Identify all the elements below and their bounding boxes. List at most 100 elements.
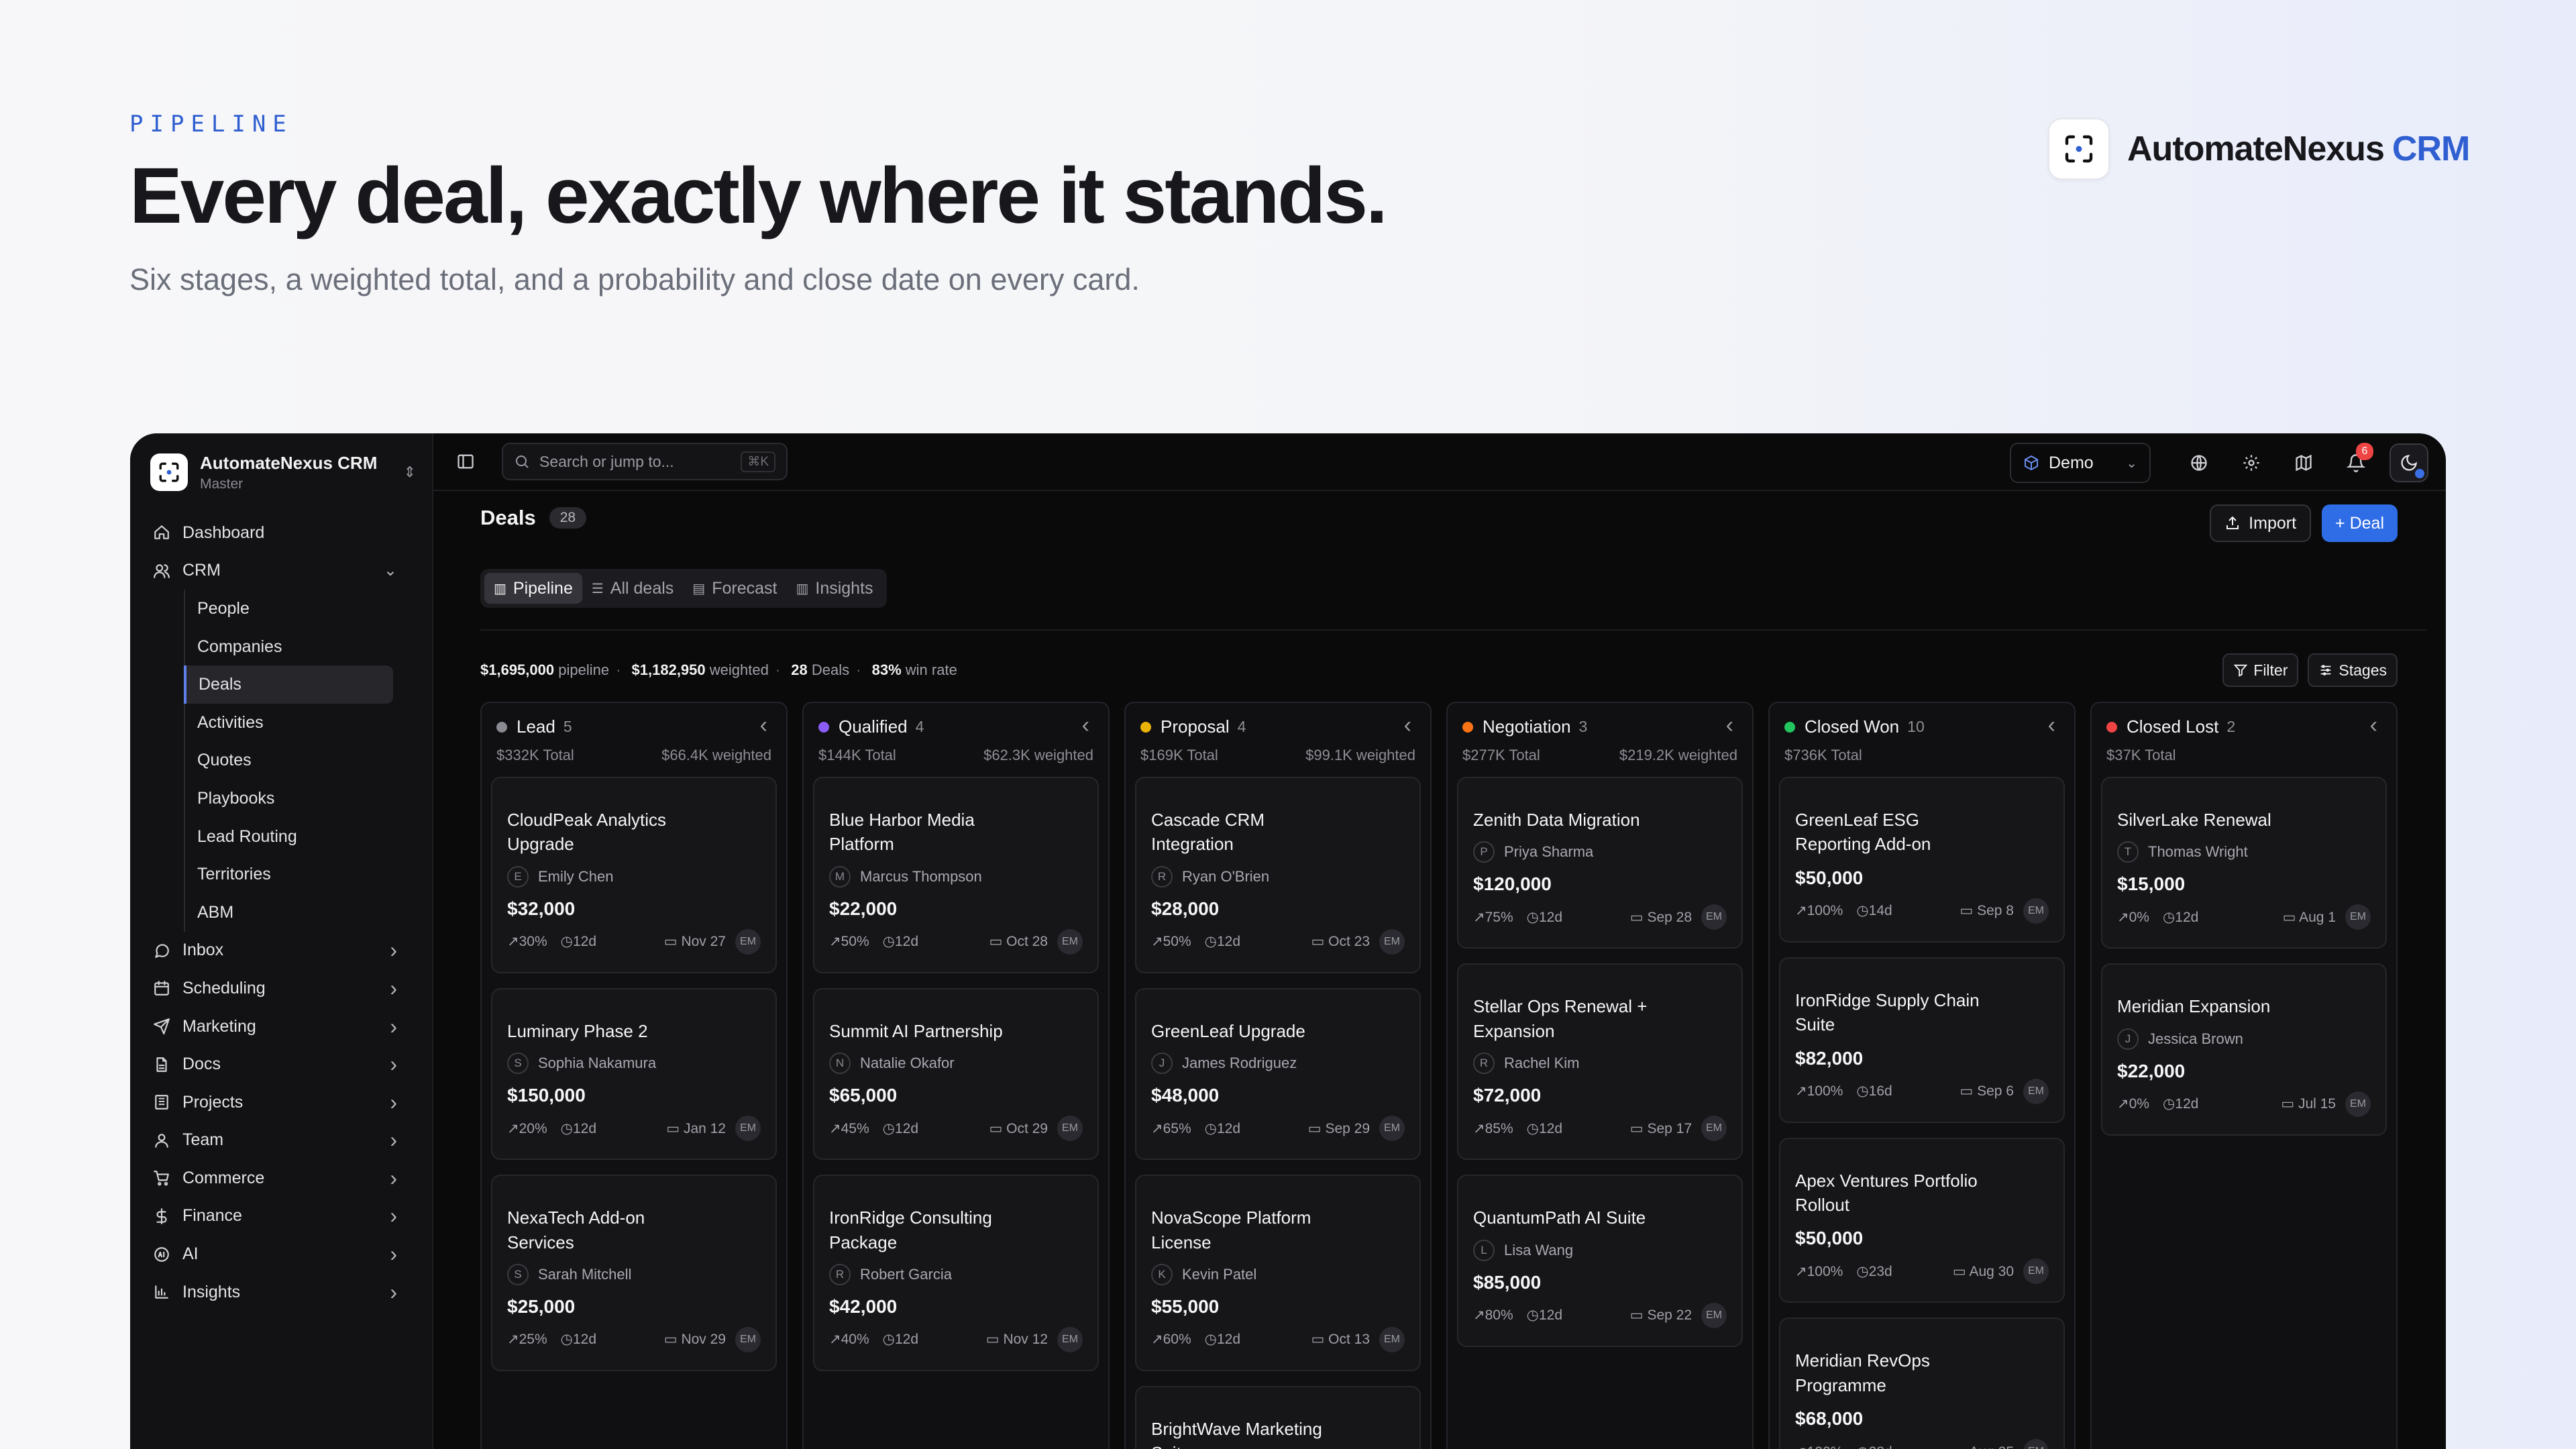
sidebar-subitem-lead-routing[interactable]: Lead Routing (184, 817, 416, 856)
trend-up-icon: ↗ (1151, 1332, 1163, 1348)
filter-button[interactable]: Filter (2222, 653, 2299, 687)
app-window: AutomateNexus CRM Master ⇕ Dashboard CRM ⌄… (130, 433, 2446, 1449)
deal-age: ◷16d (1856, 1083, 1892, 1099)
sidebar-subitem-companies[interactable]: Companies (184, 627, 416, 666)
deal-owner: J Jessica Brown (2117, 1028, 2371, 1050)
stage-total: $277K Total (1462, 747, 1540, 763)
tab-all-deals[interactable]: ☰ All deals (582, 573, 683, 604)
add-deal-button[interactable]: + Deal (2322, 504, 2398, 542)
tab-insights[interactable]: ▥ Insights (786, 573, 882, 604)
calendar-icon: ▭ (1952, 1263, 1970, 1279)
sidebar-item-dashboard[interactable]: Dashboard (146, 514, 416, 552)
deal-card[interactable]: GreenLeaf ESG Reporting Add-on $50,000 ↗10… (1779, 777, 2065, 943)
trend-up-icon: ↗ (829, 1120, 841, 1136)
deal-card[interactable]: Meridian RevOps Programme $68,000 ↗100% ◷28… (1779, 1318, 2065, 1449)
gear-icon[interactable] (2233, 444, 2270, 482)
deal-amount: $82,000 (1795, 1047, 1864, 1069)
deal-card[interactable]: SilverLake Renewal T Thomas Wright $15,000 ↗… (2101, 777, 2387, 949)
deal-card[interactable]: Luminary Phase 2 S Sophia Nakamura $150,000… (491, 987, 777, 1161)
close-date-value: Oct 29 (1006, 1120, 1048, 1136)
import-button[interactable]: Import (2210, 504, 2312, 542)
sidebar-item-marketing[interactable]: Marketing › (146, 1008, 416, 1046)
sidebar-item-crm[interactable]: CRM ⌄ (146, 552, 416, 590)
bell-icon[interactable]: 6 (2337, 443, 2375, 482)
sidebar-toggle-icon[interactable] (453, 449, 478, 474)
sidebar-item-finance[interactable]: Finance › (146, 1197, 416, 1236)
sidebar-subitem-playbooks[interactable]: Playbooks (184, 780, 416, 818)
deal-card[interactable]: NovaScope Platform License K Kevin Patel $5… (1135, 1175, 1421, 1371)
deal-card[interactable]: IronRidge Consulting Package R Robert Garc… (813, 1175, 1099, 1371)
sidebar-subitem-quotes[interactable]: Quotes (184, 741, 416, 780)
search-input[interactable]: Search or jump to... ⌘K (502, 443, 788, 480)
deal-owner: R Ryan O'Brien (1151, 865, 1405, 888)
deal-title: Cascade CRM Integration (1151, 810, 1265, 855)
sidebar-item-team[interactable]: Team › (146, 1122, 416, 1160)
deal-card[interactable]: BrightWave Marketing Suite (1135, 1385, 1421, 1449)
probability-value: 80% (1485, 1307, 1513, 1324)
sidebar-item-scheduling[interactable]: Scheduling › (146, 969, 416, 1008)
deal-card[interactable]: Blue Harbor Media Platform M Marcus Thomps… (813, 777, 1099, 973)
deal-card[interactable]: Zenith Data Migration P Priya Sharma $120,0… (1457, 777, 1743, 949)
stage-name: Closed Won (1805, 716, 1900, 737)
deal-card[interactable]: CloudPeak Analytics Upgrade E Emily Chen $3… (491, 777, 777, 973)
collapse-chevron-icon[interactable]: ‹ (1726, 712, 1733, 739)
sidebar-item-ai[interactable]: AI › (146, 1235, 416, 1273)
cube-icon (2025, 455, 2038, 471)
close-date: ▭ Oct 13 (1311, 1331, 1370, 1348)
deal-amount: $120,000 (1473, 873, 1552, 895)
collapse-chevron-icon[interactable]: ‹ (2048, 712, 2055, 739)
close-date-value: Sep 29 (1325, 1120, 1370, 1136)
stages-button[interactable]: Stages (2308, 653, 2398, 687)
stage-summary: $277K Total $219.2K weighted (1462, 747, 1737, 764)
sidebar-subitem-deals[interactable]: Deals (184, 665, 393, 704)
sidebar-item-insights[interactable]: Insights › (146, 1273, 416, 1311)
chevron-right-icon: › (390, 1242, 397, 1267)
close-date-value: Oct 23 (1328, 934, 1370, 950)
deal-title: Meridian RevOps Programme (1795, 1350, 1930, 1395)
probability-value: 45% (841, 1120, 869, 1136)
theme-toggle-moon-icon[interactable] (2390, 443, 2428, 482)
probability: ↗75% (1473, 909, 1513, 926)
deal-meta: ↗0% ◷12d ▭ Aug 1 EM (2117, 904, 2371, 947)
deal-card[interactable]: IronRidge Supply Chain Suite $82,000 ↗100%… (1779, 957, 2065, 1123)
deal-title: Stellar Ops Renewal + Expansion (1473, 996, 1648, 1041)
sidebar-subitem-activities[interactable]: Activities (184, 703, 416, 742)
brand-logo-icon (2048, 118, 2110, 180)
collapse-chevron-icon[interactable]: ‹ (1404, 712, 1411, 739)
deal-card[interactable]: Summit AI Partnership N Natalie Okafor $65,… (813, 987, 1099, 1161)
sidebar-item-commerce[interactable]: Commerce › (146, 1159, 416, 1197)
workspace-switcher[interactable]: AutomateNexus CRM Master ⇕ (146, 449, 416, 495)
stage-column: Closed Won 10 ‹ $736K Total GreenLeaf ESG Re… (1768, 702, 2076, 1449)
map-icon[interactable] (2285, 444, 2322, 482)
collapse-chevron-icon[interactable]: ‹ (760, 712, 767, 739)
sidebar-subitem-abm[interactable]: ABM (184, 893, 416, 932)
stage-count: 5 (563, 718, 572, 735)
sidebar-item-docs[interactable]: Docs › (146, 1045, 416, 1083)
tab-forecast[interactable]: ▤ Forecast (683, 573, 786, 604)
demo-selector[interactable]: Demo ⌄ (2010, 443, 2151, 483)
deal-card[interactable]: QuantumPath AI Suite L Lisa Wang $85,000 ↗80… (1457, 1175, 1743, 1347)
deal-meta: ↗30% ◷12d ▭ Nov 27 EM (507, 928, 761, 972)
collapse-chevron-icon[interactable]: ‹ (1082, 712, 1089, 739)
deal-card[interactable]: Meridian Expansion J Jessica Brown $22,000 ↗… (2101, 963, 2387, 1136)
deal-card[interactable]: GreenLeaf Upgrade J James Rodriguez $48,000… (1135, 987, 1421, 1161)
stage-total: $736K Total (1784, 747, 1862, 763)
stage-header: Lead 5 ‹ $332K Total $66.4K weighted (491, 710, 777, 777)
deals-value: 28 (791, 661, 808, 678)
deal-card[interactable]: Apex Ventures Portfolio Rollout $50,000 ↗1… (1779, 1137, 2065, 1303)
calendar-icon: ▭ (1629, 1307, 1648, 1324)
deal-card[interactable]: NexaTech Add-on Services S Sarah Mitchell $… (491, 1175, 777, 1371)
winrate-label: win rate (905, 661, 957, 678)
collapse-chevron-icon[interactable]: ‹ (2370, 712, 2377, 739)
tab-pipeline[interactable]: ▥ Pipeline (484, 573, 582, 604)
stage-count: 4 (1237, 718, 1246, 735)
sidebar-item-inbox[interactable]: Inbox › (146, 932, 416, 970)
deal-age: ◷12d (561, 1120, 596, 1137)
age-value: 12d (1216, 1120, 1241, 1136)
globe-icon[interactable] (2180, 444, 2218, 482)
deal-card[interactable]: Stellar Ops Renewal + Expansion R Rachel K… (1457, 963, 1743, 1161)
sidebar-subitem-territories[interactable]: Territories (184, 855, 416, 894)
deal-card[interactable]: Cascade CRM Integration R Ryan O'Brien $28,… (1135, 777, 1421, 973)
sidebar-subitem-people[interactable]: People (184, 590, 416, 628)
sidebar-item-projects[interactable]: Projects › (146, 1083, 416, 1122)
